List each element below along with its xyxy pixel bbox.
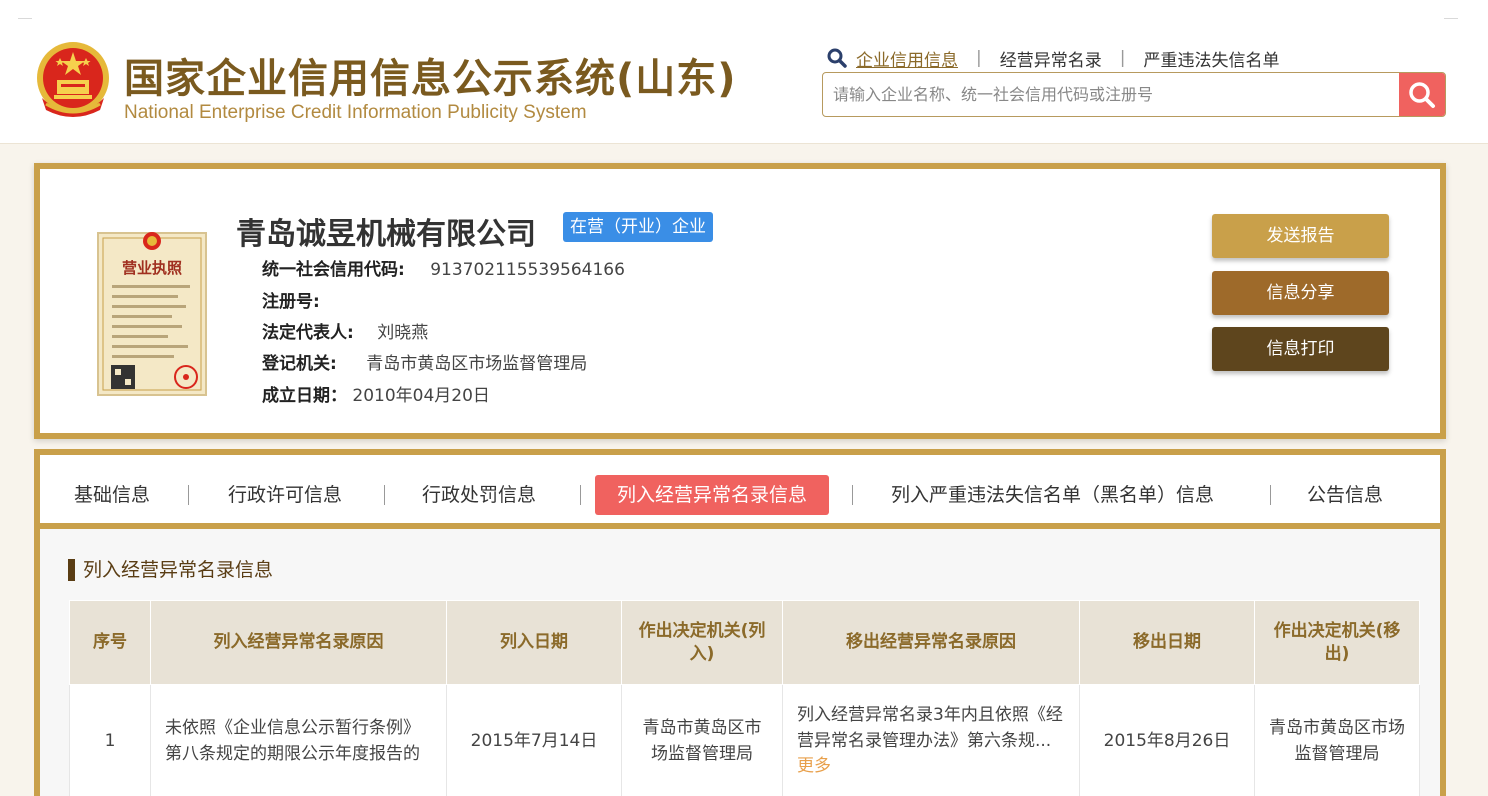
tab-divider [1270,485,1271,505]
column-header: 序号 [69,600,151,685]
info-tabs: 基础信息 行政许可信息 行政处罚信息 列入经营异常名录信息 列入严重违法失信名单… [40,455,1440,529]
column-header: 作出决定机关(移出) [1254,600,1420,685]
legal-representative-row: 法定代表人: 刘晓燕 [262,318,428,343]
site-subtitle: National Enterprise Credit Information P… [124,102,587,123]
establishment-date-value: 2010年04月20日 [352,386,490,406]
tab-content: 列入经营异常名录信息 序号 列入经营异常名录原因 列入日期 作出决定机关(列入)… [40,529,1440,796]
print-info-button[interactable]: 信息打印 [1212,327,1389,371]
site-header: 国家企业信用信息公示系统(山东) National Enterprise Cre… [0,0,1488,144]
detail-panel: 基础信息 行政许可信息 行政处罚信息 列入经营异常名录信息 列入严重违法失信名单… [34,449,1446,796]
tab-divider [384,485,385,505]
column-header: 作出决定机关(列入) [621,600,783,685]
field-label: 成立日期： [262,386,347,406]
field-label: 注册号: [262,292,320,312]
removal-reason-cell: 列入经营异常名录3年内且依照《经营异常名录管理办法》第六条规... 更多 [782,684,1080,796]
corner-decoration [1444,18,1458,19]
search-icon [1409,81,1435,108]
legal-representative-value: 刘晓燕 [377,323,429,343]
column-header: 列入经营异常名录原因 [150,600,447,685]
abnormal-list-table: 序号 列入经营异常名录原因 列入日期 作出决定机关(列入) 移出经营异常名录原因… [69,600,1420,796]
listing-authority: 青岛市黄岛区市场监督管理局 [621,684,783,796]
tab-abnormal-list[interactable]: 列入经营异常名录信息 [595,475,830,515]
tab-divider [188,485,189,505]
registration-authority-value: 青岛市黄岛区市场监督管理局 [366,354,588,374]
registration-number-row: 注册号: [262,287,320,312]
credit-code-value: 913702115539564166 [430,260,625,280]
listing-date: 2015年7月14日 [446,684,622,796]
establishment-date-row: 成立日期： 2010年04月20日 [262,381,490,406]
field-label: 法定代表人: [262,323,354,343]
search-icon [827,48,847,68]
national-emblem-icon [37,42,109,117]
share-info-button[interactable]: 信息分享 [1212,271,1389,315]
search-category-tabs: 企业信用信息 | 经营异常名录 | 严重违法失信名单 [826,46,1279,71]
tab-divider [852,485,853,505]
search-tab-serious-violation[interactable]: 严重违法失信名单 [1143,46,1279,71]
table-row: 1 未依照《企业信息公示暂行条例》第八条规定的期限公示年度报告的 2015年7月… [69,684,1420,796]
more-link[interactable]: 更多 [797,756,831,776]
corner-decoration [18,18,32,19]
registration-authority-row: 登记机关: 青岛市黄岛区市场监督管理局 [262,349,587,374]
tab-blacklist[interactable]: 列入严重违法失信名单（黑名单）信息 [891,475,1214,515]
company-name: 青岛诚昱机械有限公司 [236,217,536,252]
field-label: 统一社会信用代码: [262,260,405,280]
search-tab-abnormal-list[interactable]: 经营异常名录 [1000,46,1102,71]
send-report-button[interactable]: 发送报告 [1212,214,1389,258]
section-title: 列入经营异常名录信息 [68,559,273,581]
tab-announcements[interactable]: 公告信息 [1307,475,1383,515]
column-header: 移出经营异常名录原因 [782,600,1080,685]
tab-divider: | [976,48,982,68]
column-header: 移出日期 [1079,600,1255,685]
search-bar [822,72,1446,117]
listing-reason: 未依照《企业信息公示暂行条例》第八条规定的期限公示年度报告的 [150,684,447,796]
column-header: 列入日期 [446,600,622,685]
tab-admin-penalty[interactable]: 行政处罚信息 [422,475,536,515]
license-label: 营业执照 [122,259,182,277]
tab-divider [580,485,581,505]
removal-authority: 青岛市黄岛区市场监督管理局 [1254,684,1420,796]
company-summary-card: 营业执照 青岛诚昱机械有限公司 在营（开业）企业 统一社会信用代码: 91370… [34,163,1446,439]
row-number: 1 [69,684,151,796]
tab-divider: | [1119,48,1126,68]
field-label: 登记机关: [262,354,337,374]
search-input[interactable] [823,73,1399,116]
credit-code-row: 统一社会信用代码: 913702115539564166 [262,255,625,280]
removal-reason: 列入经营异常名录3年内且依照《经营异常名录管理办法》第六条规... [797,705,1063,751]
tab-basic-info[interactable]: 基础信息 [74,475,150,515]
removal-date: 2015年8月26日 [1079,684,1255,796]
status-badge: 在营（开业）企业 [563,212,713,242]
search-tab-enterprise-credit[interactable]: 企业信用信息 [856,46,958,71]
tab-admin-license[interactable]: 行政许可信息 [228,475,342,515]
table-header-row: 序号 列入经营异常名录原因 列入日期 作出决定机关(列入) 移出经营异常名录原因… [69,600,1420,685]
search-button[interactable] [1399,73,1445,116]
business-license-image: 营业执照 [94,219,210,401]
site-title: 国家企业信用信息公示系统(山东) [124,56,737,102]
